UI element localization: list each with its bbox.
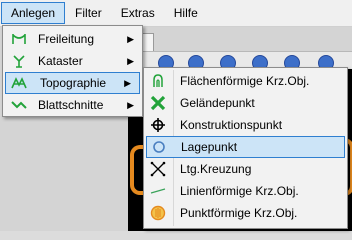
topographie-submenu: Flächenförmige Krz.Obj. Geländepunkt Kon… [143, 67, 348, 229]
menu-item-label: Blattschnitte [38, 98, 104, 112]
submenu-arrow-icon: ▶ [127, 34, 134, 44]
position-point-icon [151, 139, 167, 155]
submenu-item-label: Konstruktionspunkt [180, 118, 283, 132]
menu-hilfe[interactable]: Hilfe [165, 2, 207, 24]
submenu-item-label: Linienförmige Krz.Obj. [180, 184, 299, 198]
submenu-item-gelaendepunkt[interactable]: Geländepunkt [144, 92, 347, 114]
submenu-item-label: Flächenförmige Krz.Obj. [180, 74, 310, 88]
anlegen-dropdown: Freileitung ▶ Kataster ▶ Topographie ▶ B… [2, 25, 143, 117]
menu-item-label: Kataster [38, 54, 83, 68]
submenu-item-label: Punktförmige Krz.Obj. [180, 206, 298, 220]
line-object-icon [150, 183, 166, 199]
submenu-item-label: Ltg.Kreuzung [180, 162, 252, 176]
submenu-arrow-icon: ▶ [127, 100, 134, 110]
menu-item-topographie[interactable]: Topographie ▶ [5, 72, 140, 94]
submenu-item-label: Lagepunkt [181, 140, 238, 154]
menu-item-label: Freileitung [38, 32, 95, 46]
submenu-item-punktfoermige[interactable]: Punktförmige Krz.Obj. [144, 202, 347, 224]
area-object-icon [150, 73, 166, 89]
line-crossing-icon [150, 161, 166, 177]
menu-item-blattschnitte[interactable]: Blattschnitte ▶ [3, 94, 142, 116]
menu-item-freileitung[interactable]: Freileitung ▶ [3, 28, 142, 50]
submenu-item-linienfoermige[interactable]: Linienförmige Krz.Obj. [144, 180, 347, 202]
point-object-icon [150, 205, 166, 221]
submenu-item-flaechenfoermige[interactable]: Flächenförmige Krz.Obj. [144, 70, 347, 92]
submenu-item-ltg-kreuzung[interactable]: Ltg.Kreuzung [144, 158, 347, 180]
submenu-item-label: Geländepunkt [180, 96, 255, 110]
power-line-icon [11, 31, 27, 47]
menubar: Anlegen Filter Extras Hilfe [0, 0, 352, 27]
submenu-item-konstruktionspunkt[interactable]: Konstruktionspunkt [144, 114, 347, 136]
submenu-arrow-icon: ▶ [127, 56, 134, 66]
menu-extras[interactable]: Extras [112, 2, 164, 24]
menu-filter[interactable]: Filter [66, 2, 111, 24]
menu-item-kataster[interactable]: Kataster ▶ [3, 50, 142, 72]
submenu-item-lagepunkt[interactable]: Lagepunkt [146, 136, 345, 158]
menu-anlegen[interactable]: Anlegen [1, 2, 66, 24]
sheet-cut-icon [11, 97, 27, 113]
construction-point-icon [150, 117, 166, 133]
cadastre-icon [11, 53, 27, 69]
menu-item-label: Topographie [40, 76, 107, 90]
terrain-point-icon [150, 95, 166, 111]
submenu-arrow-icon: ▶ [124, 78, 131, 88]
topography-icon [11, 75, 27, 91]
